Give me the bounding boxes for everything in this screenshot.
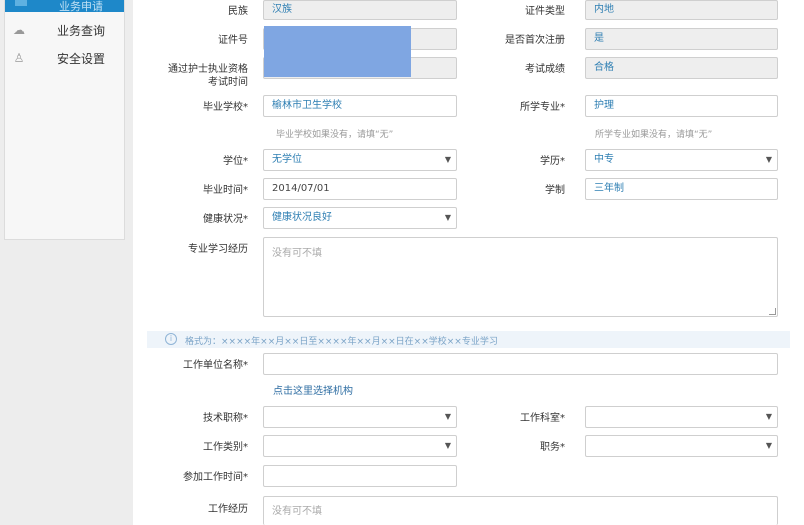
- format-hint-text: 格式为：××××年××月××日至××××年××月××日在××学校××专业学习: [185, 337, 498, 347]
- sidebar-item-label: 业务查询: [57, 24, 106, 38]
- study-history-label: 专业学习经历: [188, 244, 248, 255]
- format-hint-bar: i 格式为：××××年××月××日至××××年××月××日在××学校××专业学习: [147, 331, 790, 348]
- chevron-down-icon: ▼: [765, 441, 772, 450]
- health-select[interactable]: 健康状况良好 ▼: [263, 207, 457, 229]
- tech-title-label: 技术职称*: [203, 413, 248, 424]
- chevron-down-icon: ▼: [765, 155, 772, 164]
- work-unit-label: 工作单位名称*: [183, 360, 248, 371]
- work-start-input[interactable]: [263, 465, 457, 487]
- chevron-down-icon: ▼: [444, 213, 451, 222]
- health-label: 健康状况*: [203, 214, 248, 225]
- id-type-field: 内地: [585, 0, 778, 20]
- first-registration-field: 是: [585, 28, 778, 50]
- school-system-label: 学制: [545, 185, 565, 196]
- position-label: 职务*: [540, 442, 565, 453]
- id-number-label: 证件号: [218, 35, 248, 46]
- school-hint: 毕业学校如果没有，请填“无”: [276, 130, 394, 140]
- redacted-block: [264, 26, 411, 77]
- school-label: 毕业学校*: [203, 102, 248, 113]
- work-history-label: 工作经历: [208, 504, 248, 515]
- work-category-label: 工作类别*: [203, 442, 248, 453]
- education-label: 学历*: [540, 156, 565, 167]
- school-input[interactable]: 榆林市卫生学校: [263, 95, 457, 117]
- education-value: 中专: [594, 154, 614, 165]
- work-start-label: 参加工作时间*: [183, 472, 248, 483]
- sidebar: 业务申请 ☁ 业务查询 ♙ 安全设置: [4, 0, 125, 240]
- exam-result-field: 合格: [585, 57, 778, 79]
- user-icon: ♙: [13, 51, 25, 65]
- info-icon: i: [165, 333, 177, 345]
- select-organization-link[interactable]: 点击这里选择机构: [273, 382, 353, 397]
- education-select[interactable]: 中专 ▼: [585, 149, 778, 171]
- tech-title-select[interactable]: ▼: [263, 406, 457, 428]
- work-history-placeholder: 没有可不填: [272, 506, 322, 517]
- study-history-placeholder: 没有可不填: [272, 248, 322, 259]
- ethnicity-field: 汉族: [263, 0, 457, 20]
- sidebar-item-active[interactable]: 业务申请: [5, 0, 124, 13]
- grad-time-input[interactable]: 2014/07/01: [263, 178, 457, 200]
- position-select[interactable]: ▼: [585, 435, 778, 457]
- degree-select[interactable]: 无学位 ▼: [263, 149, 457, 171]
- exam-time-label-line1: 通过护士执业资格: [168, 64, 248, 75]
- department-select[interactable]: ▼: [585, 406, 778, 428]
- sidebar-item-label: 安全设置: [57, 52, 106, 66]
- ethnicity-label: 民族: [228, 6, 248, 17]
- study-history-textarea[interactable]: 没有可不填: [263, 237, 778, 317]
- cloud-icon: ☁: [13, 23, 25, 37]
- work-category-select[interactable]: ▼: [263, 435, 457, 457]
- major-hint: 所学专业如果没有，请填“无”: [595, 130, 713, 140]
- degree-label: 学位*: [223, 156, 248, 167]
- grad-time-label: 毕业时间*: [203, 185, 248, 196]
- work-history-textarea[interactable]: 没有可不填: [263, 496, 778, 525]
- department-label: 工作科室*: [520, 413, 565, 424]
- exam-result-label: 考试成绩: [525, 64, 565, 75]
- degree-value: 无学位: [272, 154, 302, 165]
- major-input[interactable]: 护理: [585, 95, 778, 117]
- exam-time-label: 通过护士执业资格 考试时间: [143, 63, 248, 89]
- apply-icon: [15, 0, 27, 6]
- chevron-down-icon: ▼: [444, 441, 451, 450]
- first-registration-label: 是否首次注册: [505, 35, 565, 46]
- chevron-down-icon: ▼: [444, 412, 451, 421]
- sidebar-item-query[interactable]: ☁ 业务查询: [5, 17, 124, 43]
- registration-form: 民族 汉族 证件类型 内地 证件号 是否首次注册 是 通过护士执业资格 考试时间…: [133, 0, 804, 525]
- resize-handle-icon[interactable]: [769, 308, 776, 315]
- major-label: 所学专业*: [520, 102, 565, 113]
- exam-time-label-line2: 考试时间: [208, 77, 248, 88]
- sidebar-item-security[interactable]: ♙ 安全设置: [5, 45, 124, 71]
- work-unit-input[interactable]: [263, 353, 778, 375]
- chevron-down-icon: ▼: [765, 412, 772, 421]
- id-type-label: 证件类型: [525, 6, 565, 17]
- school-system-input[interactable]: 三年制: [585, 178, 778, 200]
- sidebar-active-label: 业务申请: [59, 0, 103, 13]
- health-value: 健康状况良好: [272, 212, 332, 223]
- chevron-down-icon: ▼: [444, 155, 451, 164]
